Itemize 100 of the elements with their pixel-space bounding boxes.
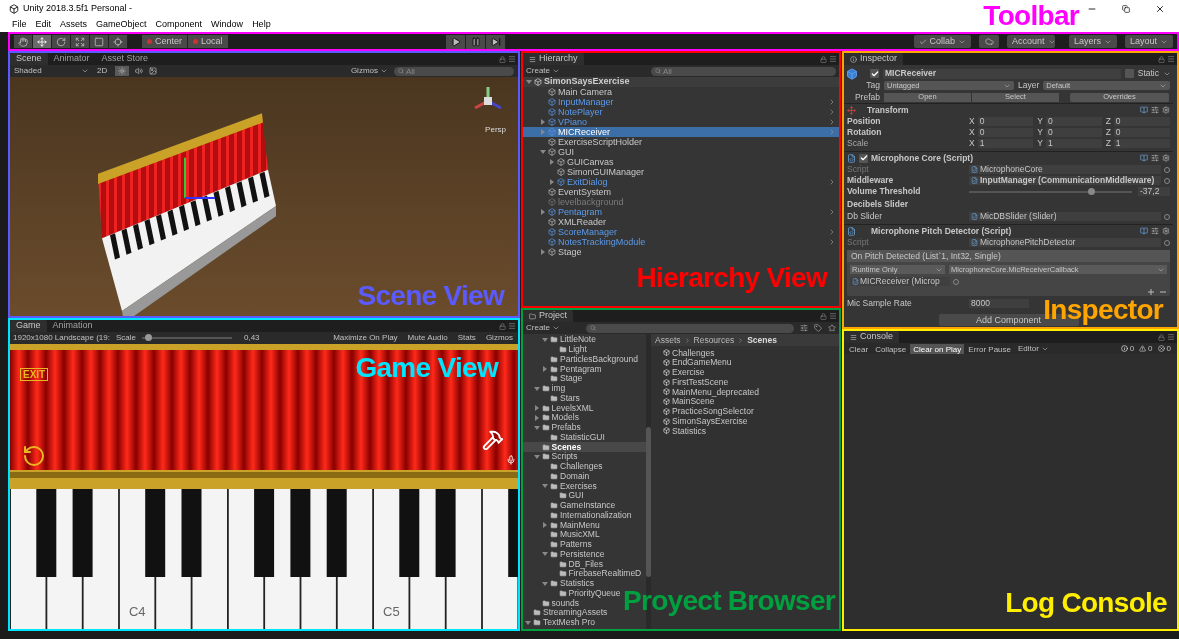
lock-icon[interactable] [499, 322, 506, 330]
component-title[interactable]: Microphone Core (Script) [871, 151, 1137, 165]
microphone-icon[interactable] [506, 454, 516, 466]
console-toggle-button[interactable]: Collapse [872, 343, 910, 354]
chevron-right-icon[interactable] [828, 178, 836, 186]
expanded-arrow-icon[interactable] [542, 551, 548, 558]
layout-button[interactable]: Layout [1125, 35, 1173, 48]
panel-tab[interactable]: Project [523, 310, 573, 322]
log-count-toggle[interactable]: 0 [1139, 342, 1153, 355]
hierarchy-row[interactable]: GUI [523, 147, 839, 157]
folder-row[interactable]: Stars [523, 393, 646, 404]
hierarchy-row[interactable]: Main Camera [523, 87, 839, 97]
number-field[interactable]: 0 [1046, 117, 1102, 126]
console-toggle-button[interactable]: Clear on Play [910, 343, 965, 354]
lock-icon[interactable] [1158, 333, 1165, 341]
tag-icon[interactable] [814, 324, 822, 332]
number-field[interactable]: 0 [977, 117, 1034, 126]
expanded-arrow-icon[interactable] [533, 453, 540, 460]
collapsed-arrow-icon[interactable] [533, 405, 540, 412]
static-label[interactable]: Static [1137, 67, 1159, 80]
settings-icon[interactable] [1162, 227, 1170, 235]
hierarchy-row[interactable]: EventSystem [523, 187, 839, 197]
component-title[interactable]: Microphone Pitch Detector (Script) [871, 224, 1137, 238]
cloud-button[interactable] [979, 35, 999, 48]
tool-button[interactable] [14, 35, 33, 48]
folder-row[interactable]: LittleNote [523, 335, 646, 345]
name-field[interactable]: MICReceiver [883, 68, 1121, 79]
number-field[interactable]: 1 [977, 139, 1034, 148]
menu-item[interactable]: GameObject [96, 17, 147, 32]
number-field[interactable]: 1 [1046, 139, 1102, 148]
expanded-arrow-icon[interactable] [542, 336, 548, 343]
scene-file[interactable]: Challenges [663, 348, 839, 358]
layers-button[interactable]: Layers [1069, 35, 1117, 48]
lighting-toggle[interactable] [115, 66, 130, 76]
scene-file[interactable]: Exercise [663, 367, 839, 378]
folder-row[interactable]: Statistics [523, 578, 646, 589]
hierarchy-row[interactable]: ExerciseScriptHolder [523, 137, 839, 147]
folder-row[interactable]: Models [523, 413, 646, 423]
number-field[interactable]: 1 [1113, 139, 1170, 148]
folder-row[interactable]: Prefabs [523, 422, 646, 433]
object-field[interactable]: MICReceiver (Microp [850, 277, 950, 286]
scene-file[interactable]: EndGameMenu [663, 357, 839, 368]
menu-item[interactable]: Edit [35, 17, 52, 32]
log-count-toggle[interactable]: 0 [1120, 342, 1135, 355]
folder-row[interactable]: StatisticGUI [523, 432, 646, 443]
scene-file[interactable]: Statistics [663, 426, 839, 436]
preset-icon[interactable] [1151, 227, 1159, 235]
expanded-arrow-icon[interactable] [525, 619, 531, 626]
preset-icon[interactable] [1151, 154, 1159, 162]
tool-button[interactable] [52, 35, 71, 48]
settings-icon[interactable] [1162, 106, 1170, 114]
menu-icon[interactable] [508, 322, 516, 330]
exit-label[interactable]: EXIT [20, 368, 49, 381]
hierarchy-row[interactable]: ExitDialog [523, 177, 839, 187]
menu-icon[interactable] [1167, 333, 1175, 341]
tool-button[interactable] [33, 35, 52, 48]
panel-tab[interactable]: Animator [47, 53, 96, 65]
resolution-dropdown[interactable]: 1920x1080 Landscape (19: [13, 332, 110, 344]
hammer-icon[interactable] [482, 429, 504, 451]
preset-icon[interactable] [1151, 106, 1159, 114]
folder-row[interactable]: img [523, 383, 646, 394]
object-field[interactable]: InputManager (CommunicationMiddleware) [969, 176, 1161, 185]
folder-row[interactable]: LevelsXML [523, 403, 646, 413]
help-icon[interactable] [1140, 106, 1148, 114]
folder-row[interactable]: Scenes [523, 442, 646, 452]
number-field[interactable]: 0 [1113, 128, 1170, 137]
folder-row[interactable]: MainMenu [523, 520, 646, 530]
slider-track[interactable] [969, 190, 1132, 193]
panel-tab[interactable]: Scene [10, 53, 48, 65]
game-option-button[interactable]: Mute Audio [405, 332, 450, 344]
collab-button[interactable]: Collab [913, 35, 971, 48]
scene-file[interactable]: SimonSaysExercise [663, 416, 839, 426]
hierarchy-row[interactable]: XMLReader [523, 217, 839, 227]
settings-icon[interactable] [1162, 154, 1170, 162]
lock-icon[interactable] [820, 55, 827, 63]
menu-item[interactable]: File [12, 17, 27, 32]
breadcrumb-link[interactable]: Assets [655, 334, 681, 347]
collapsed-arrow-icon[interactable] [542, 366, 548, 373]
folder-row[interactable]: DB_Files [523, 559, 646, 569]
scene-file[interactable]: MainScene [663, 396, 839, 407]
folder-row[interactable]: GUI [523, 491, 646, 501]
folder-row[interactable]: ParticlesBackground [523, 354, 646, 365]
collapsed-arrow-icon[interactable] [542, 522, 548, 529]
checkbox[interactable] [1124, 69, 1134, 78]
console-toggle-button[interactable]: Error Pause [965, 343, 1014, 354]
menu-item[interactable]: Help [252, 17, 271, 32]
folder-row[interactable]: Patterns [523, 539, 646, 550]
breadcrumb-link[interactable]: Scenes [747, 334, 777, 347]
menu-item[interactable]: Assets [60, 17, 88, 32]
expanded-arrow-icon[interactable] [526, 79, 532, 85]
shading-dropdown[interactable]: Shaded [14, 65, 89, 77]
expanded-arrow-icon[interactable] [542, 580, 548, 587]
game-option-button[interactable]: Gizmos [483, 332, 515, 344]
number-field[interactable]: 8000 [969, 298, 1029, 308]
panel-tab[interactable]: Asset Store [95, 53, 155, 65]
close-icon[interactable] [1155, 3, 1165, 14]
expanded-arrow-icon[interactable] [540, 149, 546, 155]
game-option-button[interactable]: Maximize On Play [331, 332, 400, 344]
create-dropdown[interactable]: Create [526, 65, 560, 77]
expanded-arrow-icon[interactable] [542, 483, 548, 490]
